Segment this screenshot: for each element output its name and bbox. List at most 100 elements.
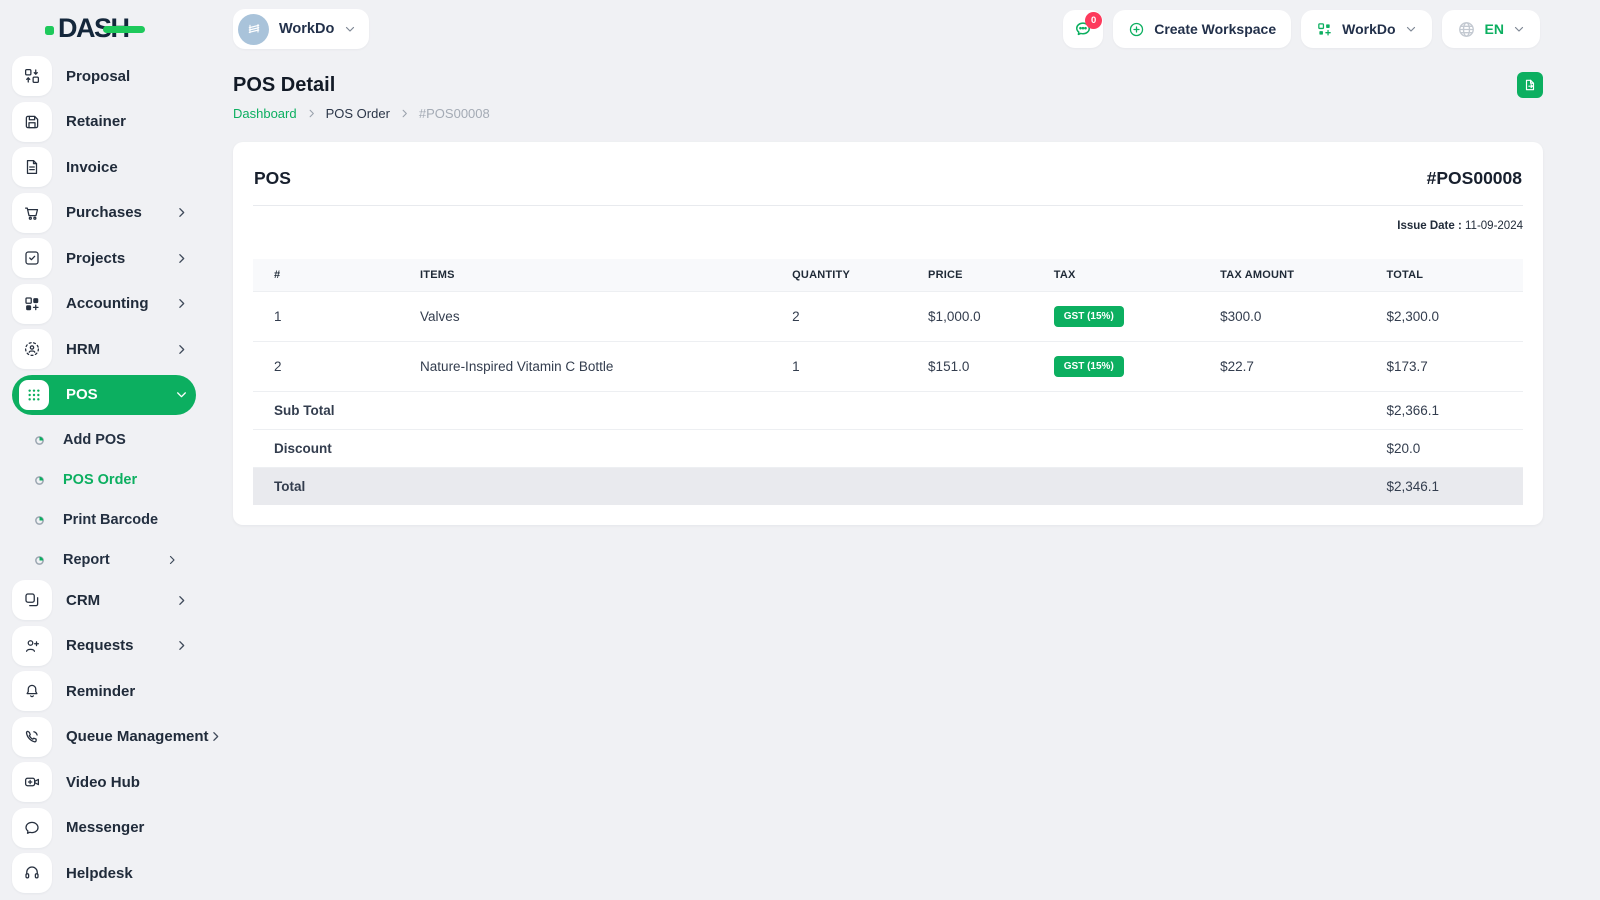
chevron-right-icon bbox=[175, 594, 188, 607]
app-grid-icon bbox=[1318, 22, 1331, 35]
breadcrumb: Dashboard POS Order #POS00008 bbox=[233, 106, 1543, 121]
sidebar-item-reminder[interactable]: Reminder bbox=[12, 671, 196, 711]
sidebar-subitem-add-pos[interactable]: Add POS bbox=[12, 420, 196, 460]
discount-value: $20.0 bbox=[1365, 429, 1523, 468]
chevron-down-icon bbox=[1514, 26, 1524, 32]
column-header-price: PRICE bbox=[907, 259, 1033, 292]
crm-icon bbox=[12, 580, 52, 620]
retainer-icon bbox=[12, 101, 52, 142]
messages-button[interactable]: 0 bbox=[1063, 10, 1104, 48]
total-value: $2,346.1 bbox=[1365, 467, 1523, 505]
chevron-right-icon bbox=[166, 554, 178, 566]
projects-icon bbox=[12, 238, 52, 278]
subtotal-row: Sub Total $2,366.1 bbox=[253, 391, 1523, 430]
sidebar-item-retainer[interactable]: Retainer bbox=[12, 101, 196, 142]
sidebar-item-invoice[interactable]: Invoice bbox=[12, 147, 196, 187]
sidebar-item-messenger[interactable]: Messenger bbox=[12, 807, 196, 848]
messages-badge: 0 bbox=[1085, 12, 1103, 29]
column-header-tax: TAX bbox=[1032, 259, 1200, 292]
breadcrumb-dashboard[interactable]: Dashboard bbox=[233, 106, 297, 121]
chevron-right-icon bbox=[175, 252, 188, 265]
proposal-icon bbox=[12, 56, 52, 96]
chevron-down-icon bbox=[346, 26, 355, 32]
breadcrumb-pos-order[interactable]: POS Order bbox=[326, 106, 390, 121]
chevron-right-icon bbox=[175, 343, 188, 356]
sidebar-item-pos[interactable]: POS bbox=[12, 374, 196, 415]
discount-row: Discount $20.0 bbox=[253, 429, 1523, 468]
hrm-icon bbox=[12, 329, 52, 369]
sidebar-subitem-pos-order[interactable]: POS Order bbox=[12, 460, 196, 500]
chevron-right-icon bbox=[175, 297, 188, 310]
language-selector[interactable]: EN bbox=[1441, 10, 1540, 48]
table-row: 2 Nature-Inspired Vitamin C Bottle 1 $15… bbox=[253, 341, 1523, 392]
sidebar-item-purchases[interactable]: Purchases bbox=[12, 192, 196, 233]
total-row: Total $2,346.1 bbox=[253, 467, 1523, 505]
bullet-icon bbox=[34, 475, 45, 486]
pos-card-title: POS bbox=[254, 168, 291, 188]
bullet-icon bbox=[34, 515, 45, 526]
sidebar-item-helpdesk[interactable]: Helpdesk bbox=[12, 853, 196, 893]
plus-circle-icon bbox=[1130, 22, 1144, 36]
column-header-quantity: QUANTITY bbox=[771, 259, 908, 292]
reminder-icon bbox=[12, 671, 52, 711]
accounting-icon bbox=[12, 283, 52, 324]
pos-icon bbox=[19, 379, 49, 410]
requests-icon bbox=[12, 625, 52, 666]
topbar: WorkDo 0 Create Workspace WorkDo EN bbox=[208, 0, 1600, 58]
sidebar-item-crm[interactable]: CRM bbox=[12, 580, 196, 620]
tax-badge: GST (15%) bbox=[1053, 356, 1124, 377]
brand-logo[interactable]: DASH bbox=[0, 0, 208, 56]
workspace-avatar bbox=[238, 13, 269, 45]
sidebar-item-accounting[interactable]: Accounting bbox=[12, 283, 196, 324]
chevron-right-icon bbox=[175, 639, 188, 652]
breadcrumb-separator-icon bbox=[399, 108, 410, 119]
create-workspace-button[interactable]: Create Workspace bbox=[1113, 10, 1292, 48]
column-header-tax-amount: TAX AMOUNT bbox=[1199, 259, 1366, 292]
table-row: 1 Valves 2 $1,000.0 GST (15%) $300.0 $2,… bbox=[253, 291, 1523, 342]
sidebar-item-video-hub[interactable]: Video Hub bbox=[12, 762, 196, 802]
column-header-items: ITEMS bbox=[399, 259, 772, 292]
column-header-no: # bbox=[253, 259, 400, 292]
bullet-icon bbox=[34, 555, 45, 566]
pos-number: #POS00008 bbox=[1426, 168, 1522, 188]
chevron-right-icon bbox=[209, 730, 222, 743]
logo-dot-accent bbox=[45, 25, 54, 35]
sidebar-item-projects[interactable]: Projects bbox=[12, 238, 196, 278]
logo-dash-accent bbox=[102, 25, 145, 33]
chevron-right-icon bbox=[175, 206, 188, 219]
issue-date: Issue Date : 11-09-2024 bbox=[1397, 220, 1523, 232]
export-button[interactable] bbox=[1517, 72, 1543, 98]
sidebar-item-proposal[interactable]: Proposal bbox=[12, 56, 196, 96]
breadcrumb-separator-icon bbox=[306, 108, 317, 119]
chevron-down-icon bbox=[175, 388, 188, 401]
sidebar-subitem-report[interactable]: Report bbox=[12, 540, 196, 580]
app-menu-button[interactable]: WorkDo bbox=[1301, 10, 1432, 48]
divider bbox=[253, 205, 1523, 206]
video-hub-icon bbox=[12, 762, 52, 802]
subtotal-value: $2,366.1 bbox=[1365, 391, 1523, 430]
pos-detail-card: POS #POS00008 Issue Date : 11-09-2024 # … bbox=[233, 142, 1543, 525]
column-header-total: TOTAL bbox=[1365, 259, 1523, 292]
bullet-icon bbox=[34, 435, 45, 446]
table-header-row: # ITEMS QUANTITY PRICE TAX TAX AMOUNT TO… bbox=[253, 259, 1523, 292]
invoice-icon bbox=[12, 147, 52, 187]
helpdesk-icon bbox=[12, 853, 52, 893]
sidebar-item-queue-management[interactable]: Queue Management bbox=[12, 716, 218, 757]
breadcrumb-current: #POS00008 bbox=[418, 106, 490, 121]
purchases-icon bbox=[12, 192, 52, 233]
sidebar-item-hrm[interactable]: HRM bbox=[12, 329, 196, 369]
sidebar-item-requests[interactable]: Requests bbox=[12, 625, 196, 666]
pos-items-table: # ITEMS QUANTITY PRICE TAX TAX AMOUNT TO… bbox=[253, 259, 1523, 505]
queue-management-icon bbox=[12, 716, 52, 757]
messenger-icon bbox=[12, 807, 52, 848]
chevron-down-icon bbox=[1406, 26, 1415, 32]
sidebar-subitem-print-barcode[interactable]: Print Barcode bbox=[12, 500, 196, 540]
tax-badge: GST (15%) bbox=[1053, 306, 1124, 327]
topbar-actions: 0 Create Workspace WorkDo EN bbox=[1063, 10, 1540, 48]
main-content: POS Detail Dashboard POS Order #POS00008… bbox=[208, 58, 1600, 525]
page-title: POS Detail bbox=[233, 74, 336, 96]
globe-icon bbox=[1458, 21, 1474, 37]
sidebar-nav: Proposal Retainer Invoice Purchases Proj… bbox=[0, 56, 218, 893]
workspace-selector[interactable]: WorkDo bbox=[233, 9, 370, 49]
export-file-icon bbox=[1525, 79, 1535, 91]
